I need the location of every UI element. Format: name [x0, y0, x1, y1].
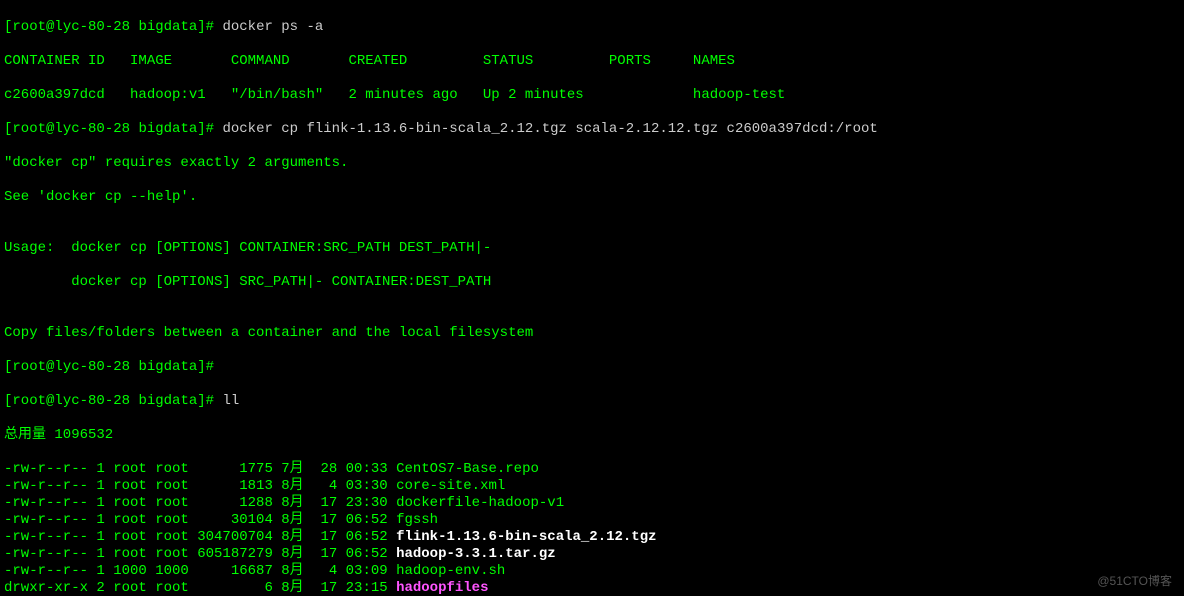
error-line: "docker cp" requires exactly 2 arguments…: [4, 155, 1180, 172]
desc-line: Copy files/folders between a container a…: [4, 325, 1180, 342]
ls-filename: hadoop-3.3.1.tar.gz: [396, 546, 556, 562]
ls-filename: hadoopfiles: [396, 580, 488, 596]
ls-row: -rw-r--r-- 1 root root 1288 8月 17 23:30 …: [4, 495, 1180, 512]
terminal-line: [root@lyc-80-28 bigdata]#: [4, 359, 1180, 376]
command-input: ll: [222, 393, 239, 409]
prompt-dir: bigdata: [138, 19, 197, 35]
ls-row: -rw-r--r-- 1 root root 304700704 8月 17 0…: [4, 529, 1180, 546]
ls-row: drwxr-xr-x 2 root root 6 8月 17 23:15 had…: [4, 580, 1180, 596]
ls-meta: -rw-r--r-- 1 root root 30104 8月 17 06:52: [4, 512, 396, 528]
ls-listing: -rw-r--r-- 1 root root 1775 7月 28 00:33 …: [4, 461, 1180, 596]
prompt-close: ]#: [197, 19, 222, 35]
ls-meta: -rw-r--r-- 1 root root 605187279 8月 17 0…: [4, 546, 396, 562]
terminal-line: [root@lyc-80-28 bigdata]# docker ps -a: [4, 19, 1180, 36]
ls-meta: -rw-r--r-- 1 root root 1288 8月 17 23:30: [4, 495, 396, 511]
terminal-line: [root@lyc-80-28 bigdata]# ll: [4, 393, 1180, 410]
usage-line: Usage: docker cp [OPTIONS] CONTAINER:SRC…: [4, 240, 1180, 257]
ls-meta: -rw-r--r-- 1 1000 1000 16687 8月 4 03:09: [4, 563, 396, 579]
ls-filename: hadoop-env.sh: [396, 563, 505, 579]
watermark: @51CTO博客: [1097, 573, 1172, 590]
total-line: 总用量 1096532: [4, 427, 1180, 444]
command-input: docker ps -a: [222, 19, 323, 35]
ls-row: -rw-r--r-- 1 1000 1000 16687 8月 4 03:09 …: [4, 563, 1180, 580]
ls-filename: fgssh: [396, 512, 438, 528]
ls-meta: -rw-r--r-- 1 root root 1813 8月 4 03:30: [4, 478, 396, 494]
usage-line: docker cp [OPTIONS] SRC_PATH|- CONTAINER…: [4, 274, 1180, 291]
ls-filename: flink-1.13.6-bin-scala_2.12.tgz: [396, 529, 656, 545]
ps-row: c2600a397dcd hadoop:v1 "/bin/bash" 2 min…: [4, 87, 1180, 104]
ls-filename: CentOS7-Base.repo: [396, 461, 539, 477]
ps-header: CONTAINER ID IMAGE COMMAND CREATED STATU…: [4, 53, 1180, 70]
ls-meta: -rw-r--r-- 1 root root 304700704 8月 17 0…: [4, 529, 396, 545]
error-line: See 'docker cp --help'.: [4, 189, 1180, 206]
ls-row: -rw-r--r-- 1 root root 1813 8月 4 03:30 c…: [4, 478, 1180, 495]
terminal-line: [root@lyc-80-28 bigdata]# docker cp flin…: [4, 121, 1180, 138]
ls-filename: core-site.xml: [396, 478, 505, 494]
ls-meta: drwxr-xr-x 2 root root 6 8月 17 23:15: [4, 580, 396, 596]
terminal-output[interactable]: [root@lyc-80-28 bigdata]# docker ps -a C…: [0, 0, 1184, 596]
ls-meta: -rw-r--r-- 1 root root 1775 7月 28 00:33: [4, 461, 396, 477]
ls-row: -rw-r--r-- 1 root root 605187279 8月 17 0…: [4, 546, 1180, 563]
ls-filename: dockerfile-hadoop-v1: [396, 495, 564, 511]
prompt-host: root@lyc-80-28: [12, 19, 130, 35]
ls-row: -rw-r--r-- 1 root root 30104 8月 17 06:52…: [4, 512, 1180, 529]
command-input: docker cp flink-1.13.6-bin-scala_2.12.tg…: [222, 121, 877, 137]
ls-row: -rw-r--r-- 1 root root 1775 7月 28 00:33 …: [4, 461, 1180, 478]
